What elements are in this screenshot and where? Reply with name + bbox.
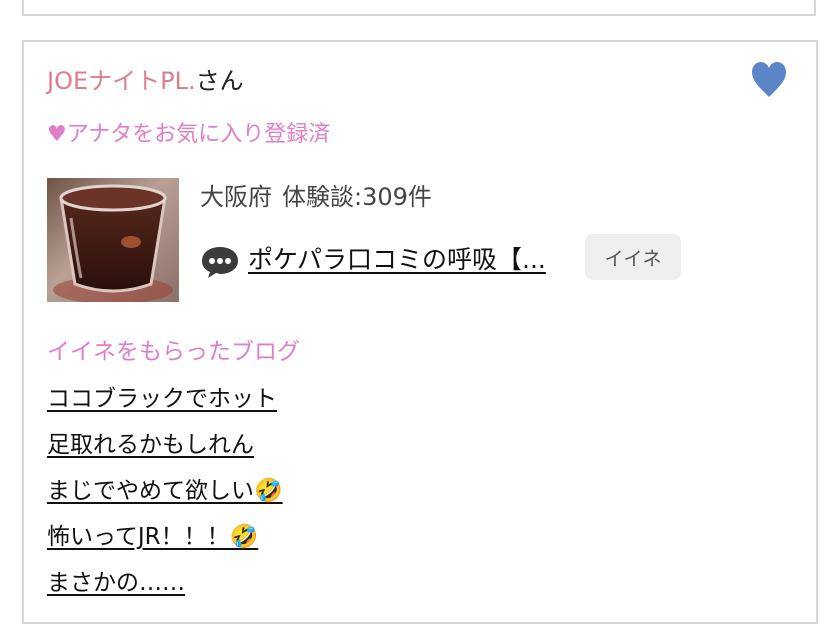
list-item: ココブラックでホット <box>47 382 283 428</box>
page: JOEナイトPL.さん ♥アナタをお気に入り登録済 大阪府 体験談:309件 ポ… <box>0 0 840 628</box>
avatar[interactable] <box>47 178 179 302</box>
profile-meta: 大阪府 体験談:309件 <box>200 180 432 214</box>
location: 大阪府 <box>200 183 272 211</box>
blog-link[interactable]: 怖いってJR！！！🤣 <box>47 524 258 550</box>
liked-blogs-heading: イイネをもらったブログ <box>47 339 300 365</box>
list-item: 怖いってJR！！！🤣 <box>47 520 283 566</box>
favorite-status: ♥アナタをお気に入り登録済 <box>47 122 331 147</box>
blog-link[interactable]: ココブラックでホット <box>47 386 277 412</box>
experience-count: 体験談:309件 <box>282 183 432 211</box>
user-honorific: さん <box>195 67 244 95</box>
blog-link[interactable]: まじでやめて欲しい🤣 <box>47 478 283 504</box>
list-item: 足取れるかもしれん <box>47 428 283 474</box>
previous-card-edge <box>22 0 816 16</box>
speech-bubble-icon <box>202 247 238 278</box>
blog-link[interactable]: まさかの…… <box>47 570 185 596</box>
heart-icon[interactable] <box>750 60 788 100</box>
list-item: まさかの…… <box>47 566 283 612</box>
user-line: JOEナイトPL.さん <box>47 64 244 98</box>
latest-post-link[interactable]: ポケパラ口コミの呼吸【... <box>248 242 546 278</box>
liked-blogs-list: ココブラックでホット 足取れるかもしれん まじでやめて欲しい🤣 怖いってJR！！… <box>47 382 283 612</box>
blog-link[interactable]: 足取れるかもしれん <box>47 432 254 458</box>
avatar-image <box>47 178 179 302</box>
like-button[interactable]: イイネ <box>585 234 681 280</box>
user-name-link[interactable]: JOEナイトPL. <box>47 67 196 95</box>
user-card: JOEナイトPL.さん ♥アナタをお気に入り登録済 大阪府 体験談:309件 ポ… <box>22 40 818 624</box>
list-item: まじでやめて欲しい🤣 <box>47 474 283 520</box>
